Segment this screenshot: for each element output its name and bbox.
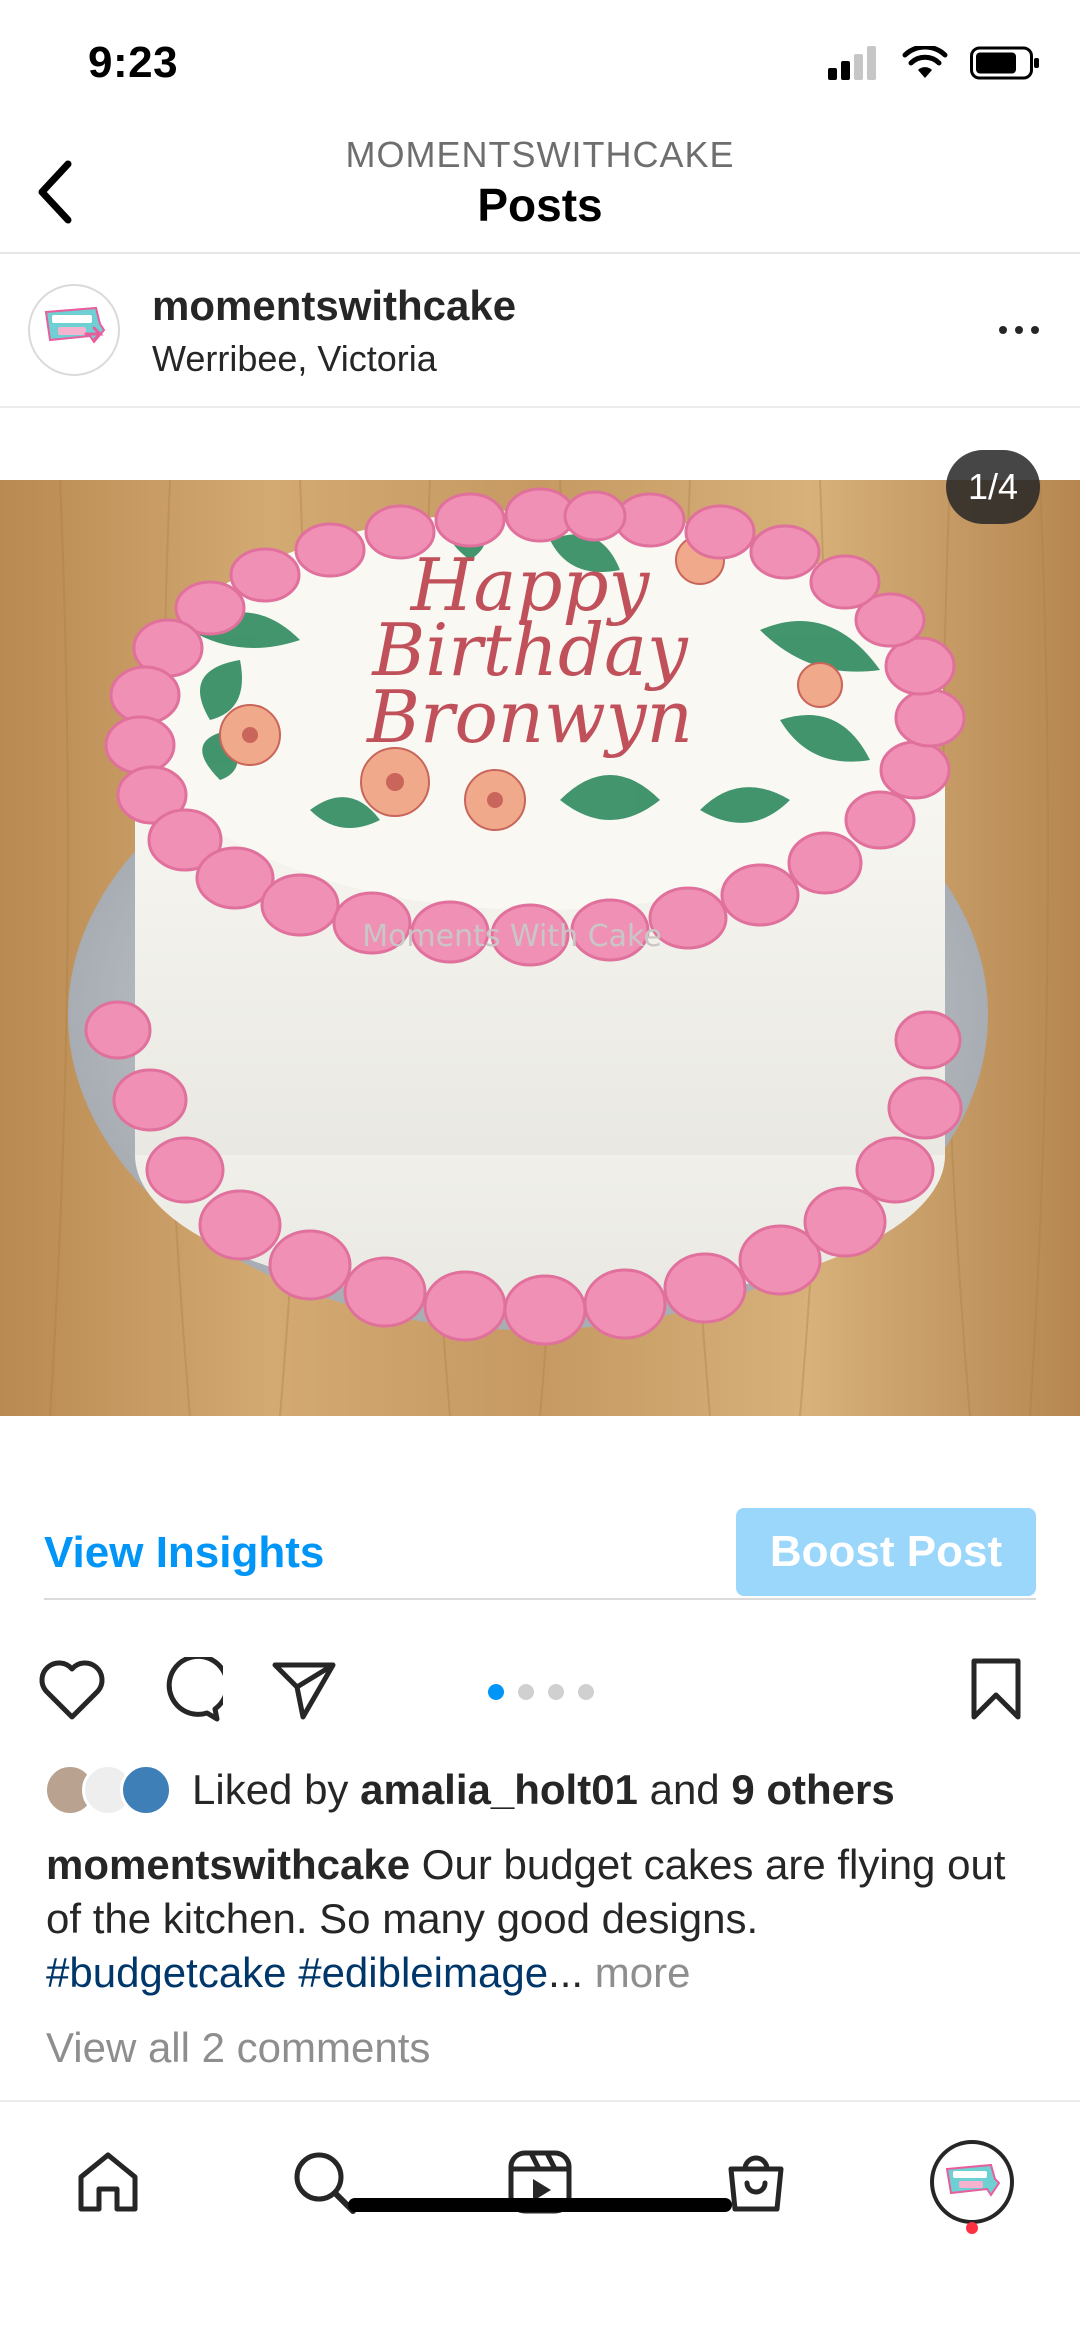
wifi-icon [902, 46, 948, 78]
carousel-dot-active [488, 1684, 504, 1700]
carousel-page-counter: 1/4 [945, 450, 1040, 524]
comment-icon [166, 1657, 223, 1722]
caption-more-link[interactable]: more [583, 1949, 691, 1996]
status-bar: 9:23 [0, 0, 1080, 130]
post-actions [0, 1640, 1080, 1730]
like-button[interactable] [36, 1654, 108, 1726]
home-icon [78, 2152, 138, 2212]
cellular-signal-icon [828, 46, 876, 80]
home-indicator [348, 2198, 732, 2212]
post-image[interactable]: Happy Birthday Bronwyn Moments With Cake [0, 480, 1080, 1416]
notification-dot [966, 2222, 978, 2234]
liker-username[interactable]: amalia_holt01 [360, 1766, 638, 1813]
likes-others[interactable]: 9 others [731, 1766, 894, 1813]
insights-row: View Insights Boost Post [44, 1508, 1036, 1600]
more-options-button[interactable] [984, 300, 1054, 360]
caption-username[interactable]: momentswithcake [46, 1841, 410, 1888]
status-icons [828, 46, 1040, 80]
battery-icon [970, 46, 1039, 80]
post-caption: momentswithcake Our budget cakes are fly… [46, 1838, 1046, 2000]
shop-bag-icon [728, 2155, 784, 2212]
comment-button[interactable] [154, 1654, 226, 1726]
share-button[interactable] [268, 1654, 340, 1726]
moments-with-cake-logo [36, 292, 112, 368]
post-author-row: momentswithcake Werribee, Victoria [0, 256, 1080, 408]
cake-text-line3: Bronwyn [365, 675, 693, 759]
view-insights-link[interactable]: View Insights [44, 1528, 324, 1578]
author-avatar[interactable] [28, 284, 120, 376]
likes-prefix: Liked by [192, 1766, 361, 1813]
status-time: 9:23 [88, 38, 179, 87]
image-watermark: Moments With Cake [362, 919, 662, 954]
dot [1015, 326, 1023, 334]
carousel-dot [548, 1684, 564, 1700]
bottom-tab-bar [0, 2100, 1080, 2339]
cake-photo: Happy Birthday Bronwyn Moments With Cake [0, 480, 1080, 1416]
bookmark-icon [971, 1658, 1021, 1720]
author-username[interactable]: momentswithcake [152, 282, 516, 330]
page-title: Posts [477, 179, 603, 231]
send-icon [272, 1662, 336, 1720]
carousel-dot [578, 1684, 594, 1700]
carousel-dot [518, 1684, 534, 1700]
boost-post-button[interactable]: Boost Post [736, 1508, 1036, 1596]
heart-icon [39, 1660, 105, 1720]
post-location[interactable]: Werribee, Victoria [152, 338, 437, 380]
dot [999, 326, 1007, 334]
caption-hashtags[interactable]: #budgetcake #edibleimage [46, 1949, 548, 1996]
dot [1031, 326, 1039, 334]
save-button[interactable] [960, 1654, 1032, 1726]
posts-header: MOMENTSWITHCAKE Posts [0, 130, 1080, 254]
likes-summary[interactable]: Liked by amalia_holt01 and 9 others [44, 1760, 895, 1820]
caption-ellipsis: ... [548, 1949, 584, 1996]
liker-avatar [120, 1764, 172, 1816]
view-comments-link[interactable]: View all 2 comments [46, 2024, 430, 2072]
tab-profile[interactable] [930, 2140, 1014, 2224]
carousel-indicator [488, 1684, 594, 1700]
tab-home[interactable] [66, 2140, 150, 2224]
header-account-name: MOMENTSWITHCAKE [345, 134, 735, 175]
likes-conjunction: and [637, 1766, 732, 1813]
profile-avatar-icon [940, 2150, 1004, 2214]
liker-avatars [44, 1764, 174, 1816]
likes-text: Liked by amalia_holt01 and 9 others [192, 1766, 895, 1814]
